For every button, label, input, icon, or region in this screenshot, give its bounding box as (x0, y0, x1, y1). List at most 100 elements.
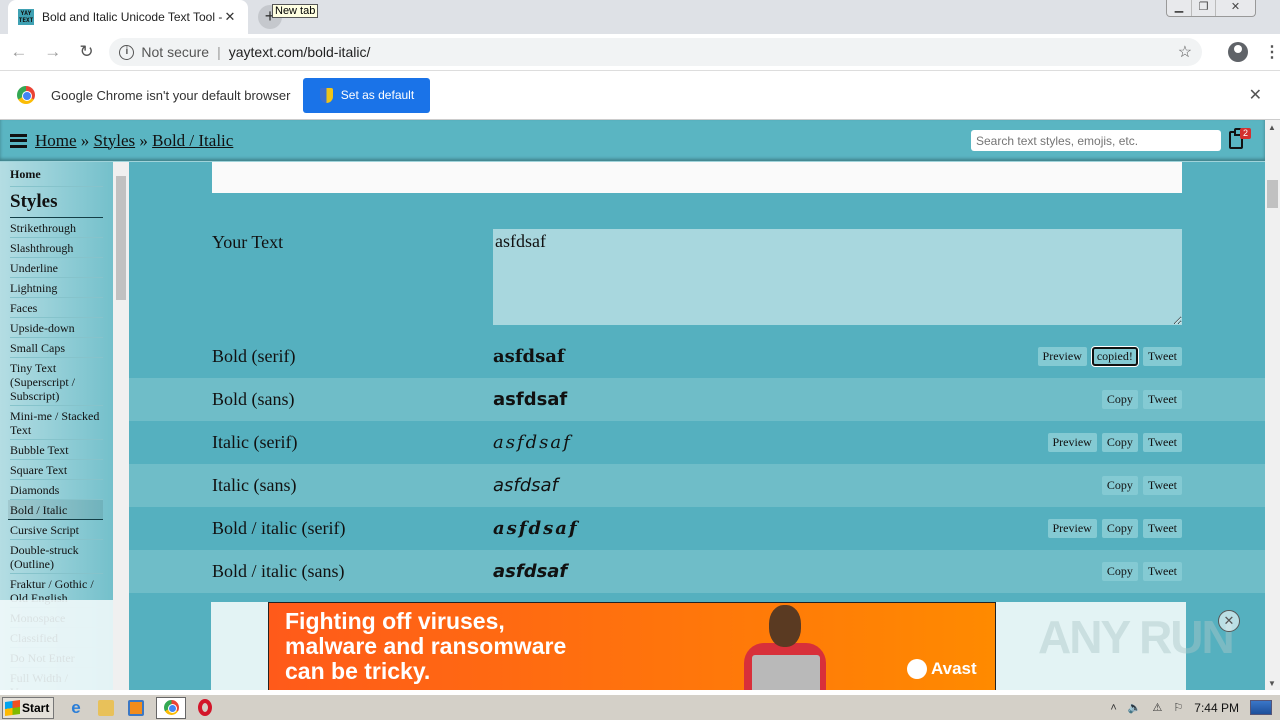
close-ad-icon[interactable]: ✕ (1218, 610, 1240, 632)
media-player-icon[interactable] (128, 699, 144, 716)
sidebar-heading: Styles (10, 191, 103, 218)
ad-line: malware and ransomware (285, 633, 567, 659)
sidebar-item[interactable]: Cursive Script (10, 520, 103, 540)
row-actions: Preview copied! Tweet (1037, 347, 1182, 366)
url-text[interactable]: yaytext.com/bold-italic/ (229, 44, 371, 60)
scroll-up-arrow-icon[interactable]: ▲ (1268, 123, 1276, 132)
tweet-button[interactable]: Tweet (1142, 476, 1182, 495)
sidebar-item-home[interactable]: Home (10, 167, 103, 187)
copy-button[interactable]: Copy (1101, 519, 1138, 538)
default-browser-infobar: Google Chrome isn't your default browser… (0, 71, 1280, 120)
ad-person-image (734, 603, 834, 690)
styled-output[interactable]: asfdsaf (493, 518, 579, 539)
style-row: Bold (serif) asfdsaf Preview copied! Tweet (129, 335, 1265, 378)
tweet-button[interactable]: Tweet (1142, 433, 1182, 452)
start-label: Start (22, 700, 50, 715)
sidebar-item[interactable]: Upside-down (10, 318, 103, 338)
info-icon[interactable]: i (119, 44, 135, 60)
start-button[interactable]: Start (2, 696, 54, 719)
sidebar-item[interactable]: Slashthrough (10, 238, 103, 258)
web-page: Home » Styles » Bold / Italic 2 Home Sty… (0, 120, 1280, 690)
sidebar-item[interactable]: Diamonds (10, 480, 103, 500)
ad-line: can be tricky. (285, 658, 431, 684)
avast-ad-banner[interactable]: Fighting off viruses, malware and ransom… (268, 602, 996, 690)
site-search-input[interactable] (971, 130, 1221, 151)
copied-button[interactable]: copied! (1091, 347, 1138, 366)
breadcrumb-styles[interactable]: Styles (94, 131, 136, 150)
breadcrumb: Home » Styles » Bold / Italic (35, 131, 233, 151)
row-actions: Copy Tweet (1101, 390, 1182, 409)
tweet-button[interactable]: Tweet (1142, 562, 1182, 581)
preview-button[interactable]: Preview (1047, 433, 1097, 452)
page-scrollbar[interactable]: ▲ ▼ (1265, 120, 1280, 690)
sidebar-item[interactable]: Bold / Italic (8, 500, 103, 520)
opera-icon[interactable] (198, 699, 212, 716)
tweet-button[interactable]: Tweet (1142, 347, 1182, 366)
styled-output[interactable]: asfdsaf (493, 346, 565, 367)
bookmark-star-icon[interactable]: ☆ (1178, 42, 1192, 62)
address-bar[interactable]: i Not secure | yaytext.com/bold-italic/ … (109, 38, 1203, 66)
minimize-button[interactable]: ▁ (1167, 0, 1191, 16)
system-tray: ˄ 🔈 ⚠ ⚐ 7:44 PM (1110, 700, 1272, 715)
page-scroll-thumb[interactable] (1267, 180, 1278, 208)
copy-button[interactable]: Copy (1101, 562, 1138, 581)
taskbar-chrome-button[interactable] (156, 696, 186, 719)
show-desktop-icon[interactable] (1250, 700, 1272, 715)
close-window-button[interactable]: ✕ (1215, 0, 1255, 16)
copy-button[interactable]: Copy (1101, 433, 1138, 452)
sidebar-item[interactable]: Strikethrough (10, 218, 103, 238)
tweet-button[interactable]: Tweet (1142, 390, 1182, 409)
row-actions: Preview Copy Tweet (1047, 519, 1182, 538)
file-explorer-icon[interactable] (98, 699, 114, 716)
ad-person-head (769, 605, 801, 647)
new-tab-tooltip: New tab (272, 4, 319, 18)
sidebar-item[interactable]: Lightning (10, 278, 103, 298)
scroll-down-arrow-icon[interactable]: ▼ (1268, 679, 1276, 688)
copy-button[interactable]: Copy (1101, 476, 1138, 495)
forward-button[interactable]: → (38, 42, 68, 62)
row-actions: Copy Tweet (1101, 562, 1182, 581)
sidebar-item[interactable]: Square Text (10, 460, 103, 480)
hamburger-menu-icon[interactable] (10, 133, 27, 148)
browser-tab[interactable]: YAY TEXT Bold and Italic Unicode Text To… (8, 0, 248, 34)
sidebar-item[interactable]: Bubble Text (10, 440, 103, 460)
network-warning-icon[interactable]: ⚠ (1153, 701, 1163, 714)
row-actions: Preview Copy Tweet (1047, 433, 1182, 452)
sidebar-item[interactable]: Underline (10, 258, 103, 278)
styled-output[interactable]: asfdsaf (493, 561, 567, 582)
profile-avatar-icon[interactable] (1228, 42, 1248, 62)
menu-kebab-icon[interactable]: ⋮ (1264, 42, 1280, 62)
sidebar-item[interactable]: Tiny Text (Superscript / Subscript) (10, 358, 103, 406)
sidebar-item[interactable]: Double-struck (Outline) (10, 540, 103, 574)
preview-button[interactable]: Preview (1047, 519, 1097, 538)
sidebar-item[interactable]: Mini-me / Stacked Text (10, 406, 103, 440)
sidebar-scroll-thumb[interactable] (116, 176, 126, 300)
tweet-button[interactable]: Tweet (1142, 519, 1182, 538)
styled-output[interactable]: asfdsaf (493, 389, 567, 410)
set-as-default-button[interactable]: Set as default (303, 77, 431, 113)
styled-output[interactable]: asfdsaf (493, 432, 572, 453)
volume-icon[interactable]: 🔈 (1128, 701, 1142, 714)
reload-button[interactable]: ↻ (72, 42, 102, 62)
breadcrumb-current[interactable]: Bold / Italic (152, 131, 233, 150)
action-center-flag-icon[interactable]: ⚐ (1173, 701, 1183, 714)
tab-title: Bold and Italic Unicode Text Tool - B (42, 10, 222, 24)
breadcrumb-home[interactable]: Home (35, 131, 77, 150)
your-text-input[interactable]: asfdsaf (493, 229, 1182, 325)
back-button[interactable]: ← (4, 42, 34, 62)
tray-expand-icon[interactable]: ˄ (1110, 702, 1116, 714)
preview-button[interactable]: Preview (1037, 347, 1087, 366)
sidebar-scrollbar[interactable] (113, 162, 129, 690)
avast-brand: Avast (931, 659, 977, 678)
copy-button[interactable]: Copy (1101, 390, 1138, 409)
close-infobar-icon[interactable]: ✕ (1249, 85, 1262, 105)
restore-button[interactable]: ❐ (1191, 0, 1215, 16)
internet-explorer-icon[interactable]: e (68, 699, 84, 716)
sidebar-item[interactable]: Small Caps (10, 338, 103, 358)
close-tab-icon[interactable]: ✕ (222, 9, 238, 25)
style-label: Bold / italic (serif) (212, 518, 346, 538)
clock[interactable]: 7:44 PM (1194, 701, 1239, 715)
row-actions: Copy Tweet (1101, 476, 1182, 495)
styled-output[interactable]: asfdsaf (493, 475, 558, 496)
sidebar-item[interactable]: Faces (10, 298, 103, 318)
